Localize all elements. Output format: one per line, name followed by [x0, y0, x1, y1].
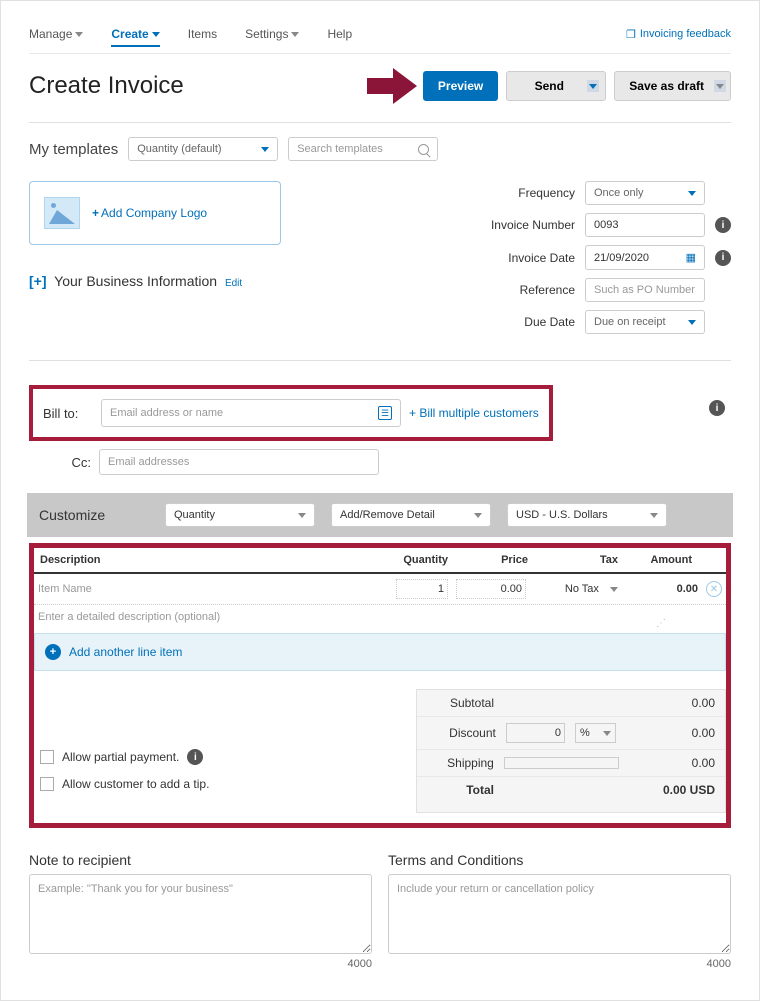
- partial-payment-label: Allow partial payment.: [62, 750, 179, 764]
- frequency-label: Frequency: [465, 186, 575, 200]
- line-items-section: Description Quantity Price Tax Amount It…: [29, 543, 731, 828]
- chevron-down-icon: [75, 32, 83, 37]
- customize-detail-select[interactable]: Add/Remove Detail: [331, 503, 491, 527]
- subtotal-value: 0.00: [629, 696, 715, 710]
- arrow-right-icon: [367, 68, 417, 104]
- top-navigation: Manage Create Items Settings Help ❐ Invo…: [29, 21, 731, 54]
- shipping-amount: 0.00: [629, 756, 715, 770]
- terms-title: Terms and Conditions: [388, 852, 731, 868]
- item-amount: 0.00: [622, 578, 702, 600]
- col-description: Description: [38, 554, 388, 566]
- subtotal-label: Subtotal: [427, 696, 494, 710]
- templates-label: My templates: [29, 141, 118, 158]
- frequency-select[interactable]: Once only: [585, 181, 705, 205]
- tip-label: Allow customer to add a tip.: [62, 777, 209, 791]
- total-label: Total: [427, 783, 494, 797]
- item-description-input[interactable]: Enter a detailed description (optional)⋰: [34, 605, 726, 633]
- invoice-number-label: Invoice Number: [465, 218, 575, 232]
- col-quantity: Quantity: [388, 554, 448, 566]
- chevron-down-icon: [152, 32, 160, 37]
- col-tax: Tax: [528, 554, 618, 566]
- invoice-number-input[interactable]: 0093: [585, 213, 705, 237]
- cc-label: Cc:: [29, 455, 91, 470]
- chevron-down-icon: [291, 32, 299, 37]
- reference-input[interactable]: Such as PO Number: [585, 278, 705, 302]
- chevron-down-icon: [688, 191, 696, 196]
- plus-circle-icon: +: [45, 644, 61, 660]
- partial-payment-checkbox[interactable]: [40, 750, 54, 764]
- item-tax-select[interactable]: No Tax: [536, 583, 618, 595]
- resize-handle-icon: ⋰: [656, 618, 666, 629]
- discount-label: Discount: [427, 726, 496, 740]
- info-icon[interactable]: i: [715, 250, 731, 266]
- due-date-label: Due Date: [465, 315, 575, 329]
- chevron-down-icon: [298, 513, 306, 518]
- bill-to-section: Bill to: Email address or name ☰ + Bill …: [29, 385, 553, 441]
- chevron-down-icon: [650, 513, 658, 518]
- nav-items[interactable]: Items: [188, 21, 217, 47]
- customize-currency-select[interactable]: USD - U.S. Dollars: [507, 503, 667, 527]
- template-select[interactable]: Quantity (default): [128, 137, 278, 161]
- invoice-date-label: Invoice Date: [465, 251, 575, 265]
- invoice-date-input[interactable]: 21/09/2020▦: [585, 245, 705, 270]
- discount-unit-select[interactable]: %: [575, 723, 616, 743]
- note-textarea[interactable]: Example: "Thank you for your business": [29, 874, 372, 954]
- page-title: Create Invoice: [29, 72, 367, 100]
- due-date-select[interactable]: Due on receipt: [585, 310, 705, 334]
- bill-multiple-link[interactable]: + Bill multiple customers: [409, 406, 539, 420]
- plus-icon: +: [92, 206, 99, 220]
- delete-row-icon[interactable]: ✕: [706, 581, 722, 597]
- info-icon[interactable]: i: [187, 749, 203, 765]
- shipping-input[interactable]: [504, 757, 619, 769]
- template-search-input[interactable]: Search templates: [288, 137, 438, 161]
- chevron-down-icon: [261, 147, 269, 152]
- discount-amount: 0.00: [626, 726, 715, 740]
- chevron-down-icon: [688, 320, 696, 325]
- note-char-count: 4000: [29, 958, 372, 970]
- contacts-icon[interactable]: ☰: [378, 406, 392, 420]
- feedback-link[interactable]: ❐ Invoicing feedback: [626, 28, 731, 41]
- edit-business-info-link[interactable]: Edit: [225, 278, 242, 289]
- add-company-logo[interactable]: +Add Company Logo: [29, 181, 281, 245]
- nav-settings[interactable]: Settings: [245, 21, 299, 47]
- preview-button[interactable]: Preview: [423, 71, 498, 101]
- customize-bar: Customize Quantity Add/Remove Detail USD…: [27, 493, 733, 537]
- business-info-row: [+] Your Business Information Edit: [29, 273, 281, 289]
- item-name-input[interactable]: Item Name: [34, 578, 392, 600]
- cc-input[interactable]: Email addresses: [99, 449, 379, 475]
- shipping-label: Shipping: [427, 756, 494, 770]
- calendar-icon: ▦: [686, 251, 696, 264]
- line-item-row: Item Name 1 0.00 No Tax 0.00 ✕: [34, 574, 726, 605]
- nav-create[interactable]: Create: [111, 21, 159, 47]
- search-icon: [418, 144, 429, 155]
- nav-help[interactable]: Help: [327, 21, 352, 47]
- note-title: Note to recipient: [29, 852, 372, 868]
- discount-input[interactable]: 0: [506, 723, 565, 743]
- tip-checkbox[interactable]: [40, 777, 54, 791]
- image-placeholder-icon: [44, 197, 80, 229]
- total-value: 0.00 USD: [629, 783, 715, 797]
- nav-manage[interactable]: Manage: [29, 21, 83, 47]
- save-draft-button[interactable]: Save as draft: [614, 71, 731, 101]
- chevron-down-icon: [610, 587, 618, 592]
- item-price-input[interactable]: 0.00: [456, 579, 526, 599]
- chevron-down-icon: [603, 731, 611, 736]
- customize-label: Customize: [39, 507, 149, 523]
- send-button[interactable]: Send: [506, 71, 606, 101]
- item-qty-input[interactable]: 1: [396, 579, 448, 599]
- col-price: Price: [448, 554, 528, 566]
- chat-icon: ❐: [626, 28, 636, 41]
- info-icon[interactable]: i: [715, 217, 731, 233]
- expand-toggle[interactable]: [+]: [29, 273, 47, 289]
- customize-quantity-select[interactable]: Quantity: [165, 503, 315, 527]
- add-line-item-button[interactable]: + Add another line item: [34, 633, 726, 671]
- col-amount: Amount: [618, 554, 698, 566]
- reference-label: Reference: [465, 283, 575, 297]
- terms-textarea[interactable]: Include your return or cancellation poli…: [388, 874, 731, 954]
- bill-to-label: Bill to:: [43, 406, 93, 421]
- bill-to-input[interactable]: Email address or name ☰: [101, 399, 401, 427]
- terms-char-count: 4000: [388, 958, 731, 970]
- info-icon[interactable]: i: [709, 400, 725, 416]
- chevron-down-icon: [474, 513, 482, 518]
